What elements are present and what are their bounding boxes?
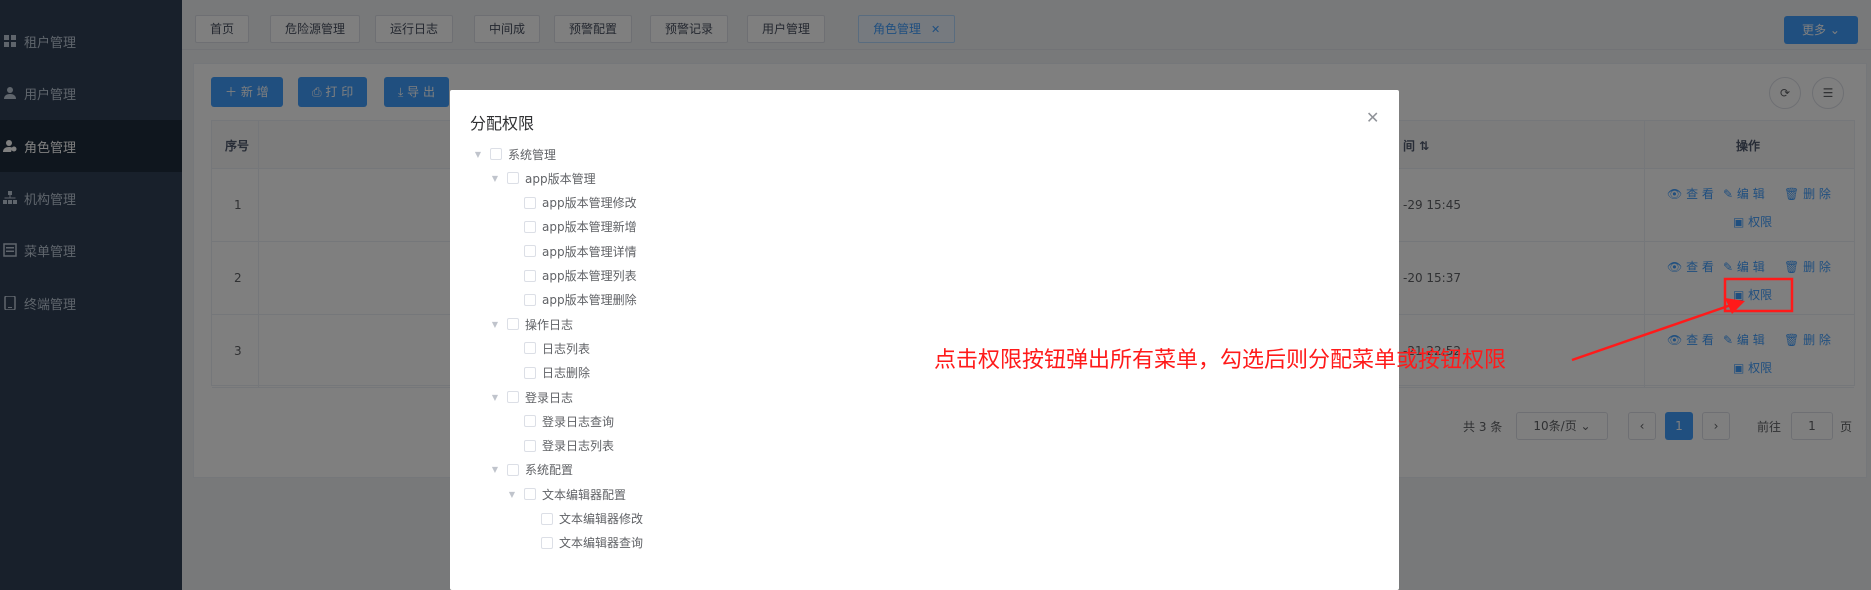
tree-node[interactable]: ▼登录日志列表 (506, 434, 614, 458)
tree-checkbox[interactable] (507, 172, 519, 185)
tree-node[interactable]: ▼app版本管理详情 (506, 239, 637, 263)
tree-checkbox[interactable] (507, 318, 519, 331)
tree-node-label: 系统配置 (525, 463, 574, 478)
tree-node[interactable]: ▼ 系统配置 (489, 458, 573, 482)
tree-node-label: app版本管理 (525, 171, 596, 186)
dialog-title: 分配权限 (470, 114, 535, 133)
tree-node-label: app版本管理列表 (542, 269, 637, 283)
tree-checkbox[interactable] (524, 366, 536, 379)
tree-node-label: 登录日志列表 (542, 439, 615, 454)
tree-node[interactable]: ▼日志列表 (506, 336, 590, 360)
tree-node-label: 文本编辑器修改 (559, 512, 644, 526)
tree-node-label: app版本管理新增 (542, 220, 637, 235)
caret-down-icon[interactable]: ▼ (489, 465, 501, 474)
tree-node-label: app版本管理详情 (542, 244, 637, 259)
tree-node-label: 登录日志 (525, 390, 574, 405)
tree-node-label: app版本管理删除 (542, 293, 637, 308)
tree-node[interactable]: ▼文本编辑器查询 (523, 531, 643, 555)
tree-node[interactable]: ▼ 系统管理 (472, 142, 556, 166)
tree-node[interactable]: ▼日志删除 (506, 361, 590, 385)
tree-checkbox[interactable] (524, 245, 536, 258)
tree-checkbox[interactable] (524, 415, 536, 428)
tree-node-label: 操作日志 (525, 317, 574, 332)
tree-node-label: 系统管理 (508, 147, 557, 162)
tree-node[interactable]: ▼登录日志查询 (506, 409, 614, 433)
tree-node[interactable]: ▼app版本管理修改 (506, 191, 637, 215)
tree-node[interactable]: ▼ 文本编辑器配置 (506, 482, 626, 506)
tree-node-label: app版本管理修改 (542, 196, 637, 211)
tree-checkbox[interactable] (541, 536, 553, 549)
caret-down-icon[interactable]: ▼ (489, 174, 501, 183)
caret-down-icon[interactable]: ▼ (489, 320, 501, 329)
tree-node[interactable]: ▼ app版本管理 (489, 166, 596, 190)
tree-checkbox[interactable] (524, 293, 536, 306)
tree-node-label: 日志删除 (542, 366, 591, 381)
tree-checkbox[interactable] (524, 439, 536, 452)
tree-node[interactable]: ▼ 登录日志 (489, 385, 573, 409)
tree-checkbox[interactable] (524, 220, 536, 233)
tree-checkbox[interactable] (490, 148, 502, 160)
tree-checkbox[interactable] (524, 488, 536, 501)
tree-node[interactable]: ▼app版本管理新增 (506, 215, 637, 239)
tree-checkbox[interactable] (524, 342, 536, 355)
tree-node[interactable]: ▼ 操作日志 (489, 312, 573, 336)
tree-node[interactable]: ▼文本编辑器修改 (523, 507, 643, 531)
caret-down-icon[interactable]: ▼ (472, 150, 484, 159)
tree-node[interactable]: ▼app版本管理删除 (506, 288, 637, 312)
annotation-text: 点击权限按钮弹出所有菜单，勾选后则分配菜单或按钮权限 (934, 348, 1507, 373)
tree-checkbox[interactable] (524, 269, 536, 282)
permission-dialog: 分配权限 ✕ ▼系统管理▼app版本管理▼app版本管理修改▼app版本管理新增… (450, 90, 1399, 590)
caret-down-icon[interactable]: ▼ (489, 393, 501, 402)
tree-node[interactable]: ▼app版本管理列表 (506, 264, 637, 288)
tree-node-label: 日志列表 (542, 341, 591, 356)
tree-checkbox[interactable] (541, 512, 553, 525)
tree-checkbox[interactable] (507, 391, 519, 403)
tree-node-label: 文本编辑器查询 (559, 536, 644, 551)
tree-node-label: 登录日志查询 (542, 414, 615, 429)
tree-node-label: 文本编辑器配置 (542, 487, 627, 502)
caret-down-icon[interactable]: ▼ (506, 490, 518, 499)
close-icon[interactable]: ✕ (1366, 108, 1379, 127)
tree-checkbox[interactable] (524, 196, 536, 209)
tree-checkbox[interactable] (507, 463, 519, 476)
